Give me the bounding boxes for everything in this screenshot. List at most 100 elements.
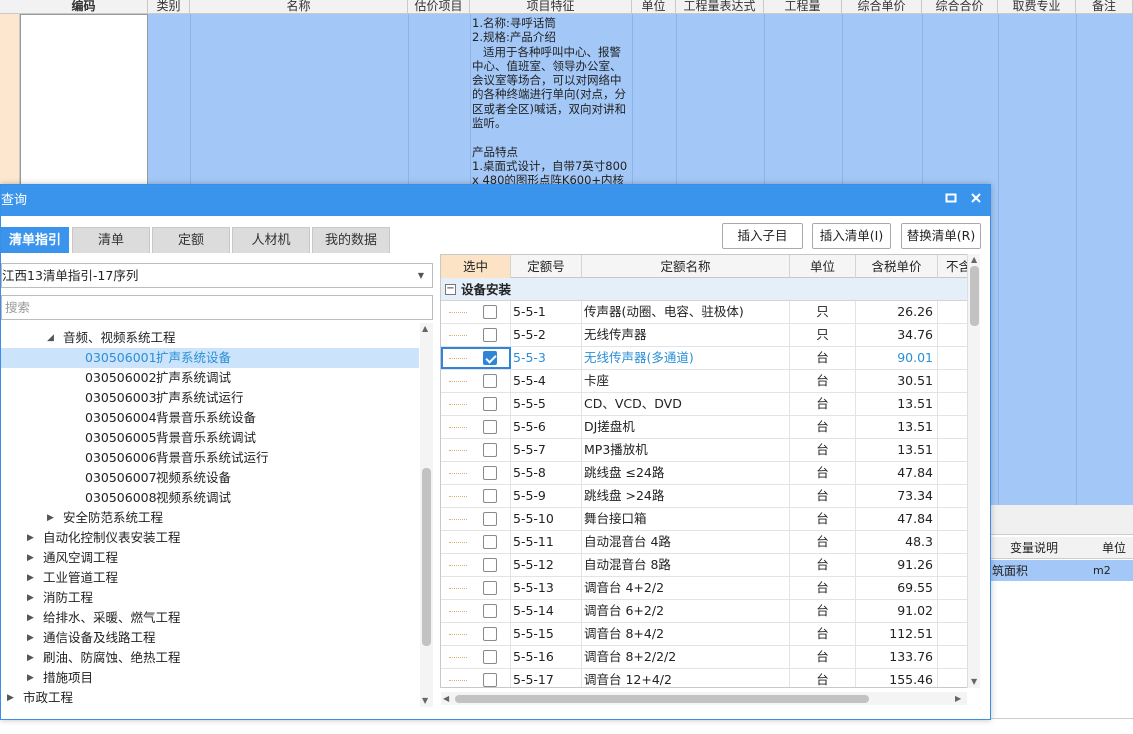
tab-list[interactable]: 清单	[72, 227, 150, 253]
lower-panel-row[interactable]: 筑面积 m2	[990, 560, 1133, 581]
tree-item[interactable]: ▶ 安全防范系统工程	[1, 508, 419, 528]
col-header-remark[interactable]: 备注	[1076, 0, 1133, 14]
tab-quota[interactable]: 定额	[152, 227, 230, 253]
grid-row[interactable]: 5-5-4 卡座台 30.51	[441, 370, 971, 393]
grid-header-price[interactable]: 含税单价	[856, 255, 938, 278]
grid-row[interactable]: 5-5-10 舞台接口箱台 47.84	[441, 508, 971, 531]
grid-row[interactable]: 5-5-15 调音台 8+4/2 台 112.51	[441, 623, 971, 646]
grid-select-cell[interactable]	[441, 393, 511, 415]
insert-child-button[interactable]: 插入子目	[722, 223, 803, 249]
close-icon[interactable]	[968, 192, 984, 208]
tab-list-guide[interactable]: 清单指引	[1, 227, 69, 253]
row-checkbox[interactable]	[483, 351, 497, 365]
tree-item[interactable]: 030506008 视频系统调试	[1, 488, 419, 508]
search-input[interactable]	[1, 295, 433, 320]
grid-select-cell[interactable]	[441, 485, 511, 507]
col-header-feature[interactable]: 项目特征	[470, 0, 632, 14]
tree-item[interactable]: ▶ 刷油、防腐蚀、绝热工程	[1, 648, 419, 668]
grid-vscrollbar[interactable]: ▲ ▼	[967, 254, 980, 688]
col-header-total-price[interactable]: 综合合价	[922, 0, 998, 14]
tab-my-data[interactable]: 我的数据	[312, 227, 390, 253]
row-checkbox[interactable]	[483, 581, 497, 595]
tree-item[interactable]: 030506004 背景音乐系统设备	[1, 408, 419, 428]
grid-header-code[interactable]: 定额号	[511, 255, 582, 278]
dialog-titlebar[interactable]: 查询	[1, 185, 990, 216]
col-header-quantity[interactable]: 工程量	[764, 0, 842, 14]
grid-select-cell[interactable]	[441, 301, 511, 323]
tree-item[interactable]: ▶ 给排水、采暖、燃气工程	[1, 608, 419, 628]
row-checkbox[interactable]	[483, 604, 497, 618]
tree-item[interactable]: ▶ 措施项目	[1, 668, 419, 688]
grid-select-cell[interactable]	[441, 324, 511, 346]
row-checkbox[interactable]	[483, 397, 497, 411]
maximize-icon[interactable]	[943, 192, 959, 208]
row-checkbox[interactable]	[483, 489, 497, 503]
tree-item[interactable]: 030506006 背景音乐系统试运行	[1, 448, 419, 468]
row-checkbox[interactable]	[483, 558, 497, 572]
grid-group-row[interactable]: − 设备安装	[441, 278, 971, 301]
grid-row[interactable]: 5-5-9 跳线盘 >24路台 73.34	[441, 485, 971, 508]
scroll-down-icon[interactable]: ▼	[971, 677, 977, 686]
grid-vscroll-thumb[interactable]	[970, 266, 979, 326]
grid-row[interactable]: 5-5-16 调音台 8+2/2/2 台 133.76	[441, 646, 971, 669]
col-header-unit[interactable]: 单位	[632, 0, 676, 14]
tree-item[interactable]: ▶ 通信设备及线路工程	[1, 628, 419, 648]
row-checkbox[interactable]	[483, 420, 497, 434]
expand-icon[interactable]: ▶	[7, 688, 14, 707]
grid-header-name[interactable]: 定额名称	[582, 255, 790, 278]
row-checkbox[interactable]	[483, 466, 497, 480]
row-checkbox[interactable]	[483, 328, 497, 342]
row-checkbox[interactable]	[483, 627, 497, 641]
grid-select-cell[interactable]	[441, 646, 511, 668]
grid-row[interactable]: 5-5-6 DJ搓盘机台 13.51	[441, 416, 971, 439]
grid-row[interactable]: 5-5-2 无线传声器只 34.76	[441, 324, 971, 347]
expand-icon[interactable]: ▶	[27, 628, 34, 648]
grid-select-cell[interactable]	[441, 531, 511, 553]
expand-icon[interactable]: ▶	[27, 588, 34, 608]
tree-item[interactable]: 030506002 扩声系统调试	[1, 368, 419, 388]
grid-select-cell[interactable]	[441, 439, 511, 461]
grid-row[interactable]: 5-5-13 调音台 4+2/2 台 69.55	[441, 577, 971, 600]
scroll-right-icon[interactable]: ▶	[955, 694, 961, 703]
grid-row[interactable]: 5-5-11 自动混音台 4路台 48.3	[441, 531, 971, 554]
grid-select-cell[interactable]	[441, 416, 511, 438]
grid-row[interactable]: 5-5-8 跳线盘 ≤24路台 47.84	[441, 462, 971, 485]
scroll-up-icon[interactable]: ▲	[971, 255, 977, 264]
scroll-down-icon[interactable]: ▼	[422, 696, 428, 705]
grid-row[interactable]: 5-5-5 CD、VCD、DVD 台 13.51	[441, 393, 971, 416]
col-header-fee-category[interactable]: 取费专业	[998, 0, 1076, 14]
insert-list-button[interactable]: 插入清单(I)	[812, 223, 891, 249]
expand-icon[interactable]: ▶	[27, 548, 34, 568]
scroll-up-icon[interactable]: ▲	[422, 324, 428, 333]
row-checkbox[interactable]	[483, 512, 497, 526]
row-checkbox[interactable]	[483, 650, 497, 664]
grid-select-cell[interactable]	[441, 669, 511, 687]
row-checkbox[interactable]	[483, 374, 497, 388]
row-checkbox[interactable]	[483, 443, 497, 457]
grid-header-select[interactable]: 选中	[441, 255, 511, 278]
expand-icon[interactable]: ▶	[27, 668, 34, 688]
expand-icon[interactable]: ▶	[47, 508, 54, 528]
grid-select-cell[interactable]	[441, 554, 511, 576]
col-header-category[interactable]: 类别	[148, 0, 190, 14]
expand-icon[interactable]: ▶	[27, 568, 34, 588]
grid-select-cell[interactable]	[441, 577, 511, 599]
grid-select-cell[interactable]	[441, 347, 511, 369]
tree-scrollbar[interactable]: ▲ ▼	[420, 323, 433, 707]
grid-row[interactable]: 5-5-1 传声器(动圈、电容、驻极体) 只 26.26	[441, 301, 971, 324]
grid-row[interactable]: 5-5-7 MP3播放机台 13.51	[441, 439, 971, 462]
tree-item[interactable]: ◢ 音频、视频系统工程	[1, 328, 419, 348]
collapse-icon[interactable]: −	[445, 284, 456, 295]
col-header-unit-price[interactable]: 综合单价	[842, 0, 922, 14]
grid-header-unit[interactable]: 单位	[790, 255, 856, 278]
grid-hscrollbar[interactable]: ◀ ▶	[441, 692, 967, 705]
expand-icon[interactable]: ▶	[27, 608, 34, 628]
row-checkbox[interactable]	[483, 673, 497, 687]
tab-materials[interactable]: 人材机	[232, 227, 310, 253]
row-checkbox[interactable]	[483, 535, 497, 549]
col-header-name[interactable]: 名称	[190, 0, 408, 14]
col-header-code[interactable]: 编码	[20, 0, 148, 14]
col-header-estimate[interactable]: 估价项目	[408, 0, 470, 14]
collapse-icon[interactable]: ◢	[47, 328, 54, 348]
col-header-quantity-expr[interactable]: 工程量表达式	[676, 0, 764, 14]
